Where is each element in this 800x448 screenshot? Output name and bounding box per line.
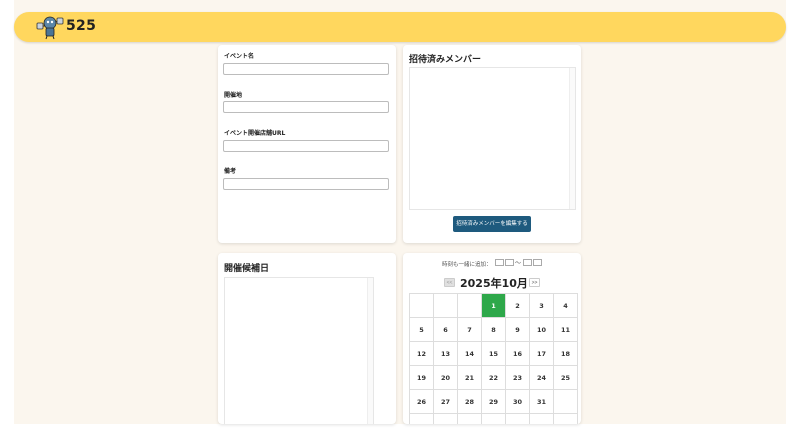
calendar-empty-cell [410, 294, 434, 318]
calendar-empty-cell [458, 414, 482, 424]
invited-members-card: 招待済みメンバー 招待済みメンバーを編集する [403, 45, 581, 243]
calendar-day[interactable]: 2 [506, 294, 530, 318]
edit-members-button[interactable]: 招待済みメンバーを編集する [453, 216, 531, 232]
start-hour-select[interactable] [495, 259, 504, 266]
calendar-day[interactable]: 27 [434, 390, 458, 414]
calendar-grid: 1 2 3 4 5 6 7 8 9 10 11 12 13 14 15 16 17 18 19 20 21 22 23 24 2… [409, 293, 578, 424]
calendar-day[interactable]: 1 [482, 294, 506, 318]
calendar-day[interactable]: 13 [434, 342, 458, 366]
start-minute-select[interactable] [505, 259, 514, 266]
calendar-empty-cell [434, 294, 458, 318]
calendar-card: 時刻も一緒に追加： 〜 << 2025年10月 >> 1 2 3 4 5 6 7 8 9 10 11… [403, 253, 581, 424]
prev-month-button[interactable]: << [444, 278, 455, 287]
venue-url-label: イベント開催店舗URL [224, 130, 286, 137]
calendar-day[interactable]: 14 [458, 342, 482, 366]
calendar-day[interactable]: 28 [458, 390, 482, 414]
brand-name[interactable]: 525 [66, 18, 96, 34]
invited-members-list[interactable] [409, 67, 576, 210]
calendar-empty-cell [506, 414, 530, 424]
calendar-day[interactable]: 4 [554, 294, 578, 318]
calendar-day[interactable]: 15 [482, 342, 506, 366]
calendar-day[interactable]: 7 [458, 318, 482, 342]
end-minute-select[interactable] [533, 259, 542, 266]
calendar-empty-cell [458, 294, 482, 318]
calendar-day[interactable]: 20 [434, 366, 458, 390]
calendar-empty-cell [482, 414, 506, 424]
calendar-day[interactable]: 22 [482, 366, 506, 390]
candidate-dates-card: 開催候補日 [218, 253, 396, 424]
dates-scrollbar[interactable] [367, 278, 373, 424]
calendar-day[interactable]: 30 [506, 390, 530, 414]
calendar-day[interactable]: 26 [410, 390, 434, 414]
venue-input[interactable] [223, 101, 389, 113]
members-scrollbar[interactable] [569, 68, 575, 209]
month-title: 2025年10月 [460, 277, 528, 290]
calendar-empty-cell [554, 390, 578, 414]
time-add-row: 時刻も一緒に追加： 〜 [403, 259, 581, 269]
event-name-input[interactable] [223, 63, 389, 75]
calendar-day[interactable]: 3 [530, 294, 554, 318]
event-name-label: イベント名 [224, 53, 255, 60]
calendar-day[interactable]: 17 [530, 342, 554, 366]
candidate-dates-title: 開催候補日 [224, 264, 270, 274]
calendar-day[interactable]: 24 [530, 366, 554, 390]
notes-input[interactable] [223, 178, 389, 190]
mascot-logo-icon[interactable] [36, 14, 64, 40]
calendar-day[interactable]: 29 [482, 390, 506, 414]
calendar-empty-cell [434, 414, 458, 424]
candidate-dates-list[interactable] [224, 277, 374, 424]
calendar-day[interactable]: 19 [410, 366, 434, 390]
calendar-day[interactable]: 25 [554, 366, 578, 390]
calendar-day[interactable]: 11 [554, 318, 578, 342]
notes-label: 備考 [224, 168, 237, 175]
calendar-day[interactable]: 31 [530, 390, 554, 414]
calendar-day[interactable]: 12 [410, 342, 434, 366]
calendar-day[interactable]: 10 [530, 318, 554, 342]
calendar-day[interactable]: 23 [506, 366, 530, 390]
calendar-empty-cell [530, 414, 554, 424]
end-hour-select[interactable] [523, 259, 532, 266]
calendar-day[interactable]: 5 [410, 318, 434, 342]
calendar-day[interactable]: 16 [506, 342, 530, 366]
time-add-label: 時刻も一緒に追加： [442, 262, 492, 268]
time-separator: 〜 [515, 260, 522, 267]
event-form-card: イベント名 開催地 イベント開催店舗URL 備考 [218, 45, 396, 243]
calendar-empty-cell [410, 414, 434, 424]
app-header: 525 [14, 12, 786, 42]
calendar-day[interactable]: 9 [506, 318, 530, 342]
calendar-day[interactable]: 8 [482, 318, 506, 342]
next-month-button[interactable]: >> [529, 278, 540, 287]
page-background [14, 0, 786, 424]
calendar-empty-cell [554, 414, 578, 424]
calendar-day[interactable]: 18 [554, 342, 578, 366]
calendar-day[interactable]: 6 [434, 318, 458, 342]
venue-url-input[interactable] [223, 140, 389, 152]
venue-label: 開催地 [224, 92, 243, 99]
invited-members-title: 招待済みメンバー [409, 55, 482, 65]
calendar-day[interactable]: 21 [458, 366, 482, 390]
